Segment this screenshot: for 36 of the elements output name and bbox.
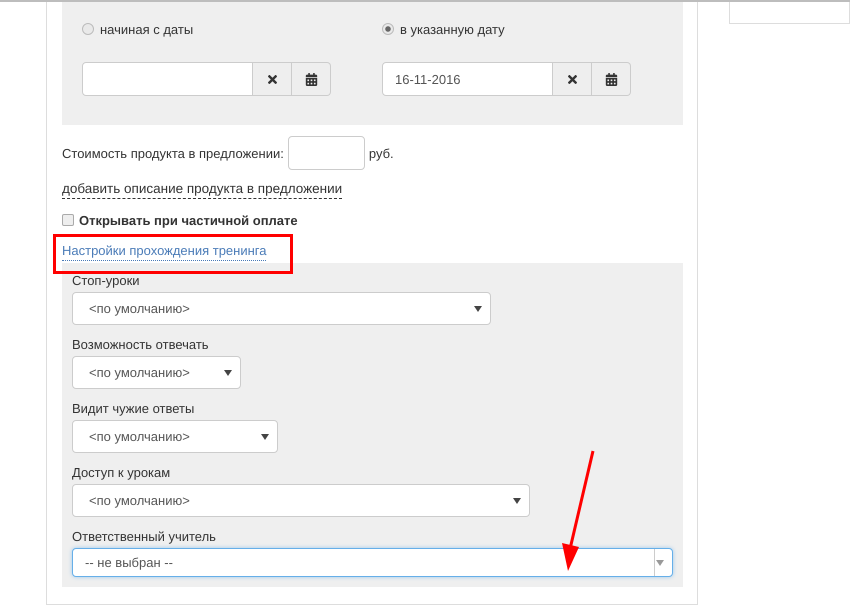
checkbox-label: Открывать при частичной оплате [79, 212, 298, 228]
field-label: Ответственный учитель [72, 529, 217, 545]
close-icon [266, 72, 278, 86]
select-field[interactable]: <по умолчанию> [72, 484, 530, 517]
caret-icon [261, 434, 269, 440]
clear-button[interactable] [553, 62, 592, 96]
field-label: Возможность отвечать [72, 337, 210, 353]
training-settings-link[interactable]: Настройки прохождения тренинга [62, 242, 266, 261]
caret-icon [513, 498, 521, 504]
date-input[interactable]: 16-11-2016 [382, 62, 553, 96]
radio-label: начиная с даты [100, 22, 194, 36]
radio-button[interactable] [382, 23, 394, 35]
calendar-icon [604, 72, 618, 86]
radio-button[interactable] [82, 23, 94, 35]
caret-icon [656, 560, 664, 566]
radio-label: в указанную дату [400, 22, 505, 36]
caret-icon [224, 370, 232, 376]
add-description-link[interactable]: добавить описание продукта в предложении [62, 179, 342, 199]
caret-icon [474, 306, 482, 312]
field-label: Доступ к урокам [72, 465, 172, 481]
clear-button[interactable] [253, 62, 292, 96]
field-label: Стоп-уроки [72, 273, 141, 289]
calendar-icon [304, 72, 318, 86]
calendar-button[interactable] [292, 62, 331, 96]
price-label: Стоимость продукта в предложении: [62, 146, 284, 160]
calendar-button[interactable] [592, 62, 631, 96]
select-field[interactable]: <по умолчанию> [72, 420, 278, 453]
currency-label: руб. [368, 146, 394, 160]
date-input[interactable] [82, 62, 253, 96]
combo-box[interactable]: -- не выбран -- [72, 548, 673, 577]
checkbox[interactable] [62, 214, 74, 226]
select-field[interactable]: <по умолчанию> [72, 292, 491, 325]
price-input[interactable] [288, 136, 365, 170]
select-field[interactable]: <по умолчанию> [72, 356, 241, 389]
close-icon [566, 72, 578, 86]
field-label: Видит чужие ответы [72, 401, 196, 417]
